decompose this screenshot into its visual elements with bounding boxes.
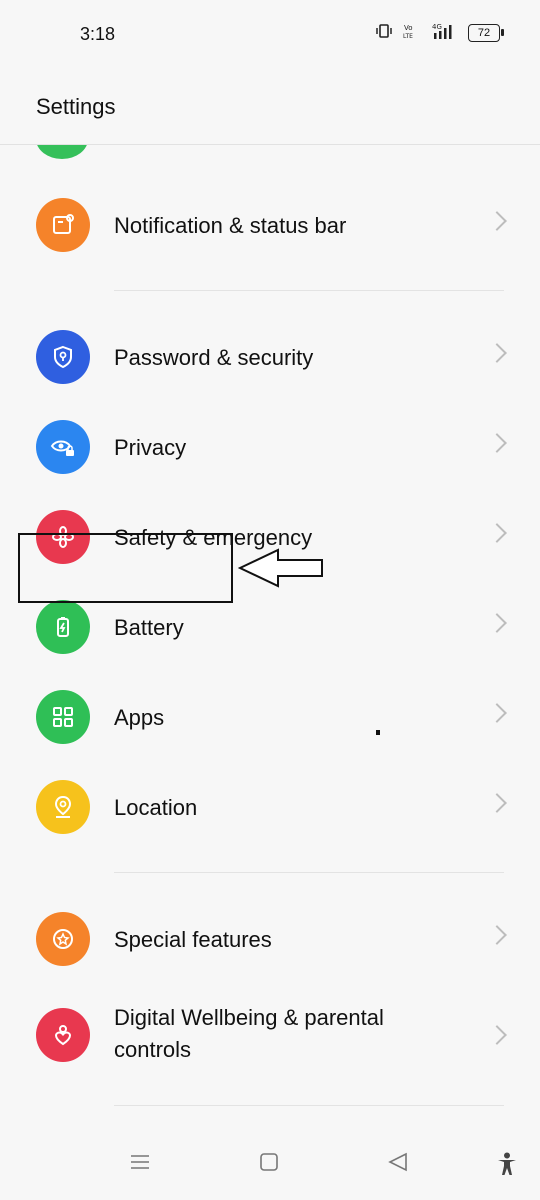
settings-item-password-security[interactable]: Password & security <box>0 312 540 402</box>
status-icons: Vo LTE 4G 72 <box>376 22 504 43</box>
notification-icon <box>36 198 90 252</box>
svg-text:LTE: LTE <box>403 33 413 39</box>
grid-icon <box>36 690 90 744</box>
chevron-right-icon <box>487 211 507 231</box>
settings-item-label: Apps <box>114 705 165 730</box>
signal-4g-icon: 4G <box>432 22 458 43</box>
page-title: Settings <box>36 94 116 119</box>
chevron-right-icon <box>487 793 507 813</box>
partial-item-icon <box>36 145 88 159</box>
divider <box>114 1105 504 1106</box>
menu-icon[interactable] <box>130 1152 150 1177</box>
settings-item-label: Digital Wellbeing & parental controls <box>114 1005 384 1062</box>
chevron-right-icon <box>487 703 507 723</box>
settings-item-apps[interactable]: Apps <box>0 672 540 762</box>
chevron-right-icon <box>487 343 507 363</box>
stray-dot <box>376 730 380 735</box>
battery-icon: 72 <box>468 23 504 42</box>
star-icon <box>36 912 90 966</box>
settings-list[interactable]: Notification & status bar Password & sec… <box>0 145 540 1130</box>
status-time: 3:18 <box>80 24 116 44</box>
apps-highlight-box <box>18 533 233 603</box>
eye-lock-icon <box>36 420 90 474</box>
settings-item-digital-wellbeing[interactable]: Digital Wellbeing & parental controls <box>0 984 540 1084</box>
chevron-right-icon <box>487 925 507 945</box>
settings-item-label: Location <box>114 795 198 820</box>
svg-text:4G: 4G <box>432 23 442 31</box>
home-icon[interactable] <box>259 1152 279 1177</box>
settings-item-label: Special features <box>114 927 272 952</box>
settings-item-label: Password & security <box>114 345 314 370</box>
settings-item-notification[interactable]: Notification & status bar <box>0 180 540 270</box>
volte-icon: Vo LTE <box>402 23 422 42</box>
divider <box>114 290 504 291</box>
shield-lock-icon <box>36 330 90 384</box>
navigation-bar <box>0 1130 540 1200</box>
settings-item-label: Battery <box>114 615 184 640</box>
location-pin-icon <box>36 780 90 834</box>
vibrate-icon <box>376 24 392 41</box>
battery-icon <box>36 600 90 654</box>
pointer-arrow-icon <box>237 548 328 593</box>
settings-item-label: Notification & status bar <box>114 213 347 238</box>
heart-person-icon <box>36 1008 90 1062</box>
chevron-right-icon <box>487 1025 507 1045</box>
settings-item-special-features[interactable]: Special features <box>0 894 540 984</box>
settings-item-location[interactable]: Location <box>0 762 540 852</box>
chevron-right-icon <box>487 523 507 543</box>
divider <box>114 872 504 873</box>
header: Settings <box>0 70 540 145</box>
status-bar: 3:18 Vo LTE 4G 72 <box>0 0 540 70</box>
settings-item-privacy[interactable]: Privacy <box>0 402 540 492</box>
svg-text:Vo: Vo <box>404 24 413 32</box>
back-icon[interactable] <box>388 1152 408 1177</box>
accessibility-icon[interactable] <box>496 1152 518 1181</box>
settings-item-label: Privacy <box>114 435 187 460</box>
chevron-right-icon <box>487 613 507 633</box>
chevron-right-icon <box>487 433 507 453</box>
